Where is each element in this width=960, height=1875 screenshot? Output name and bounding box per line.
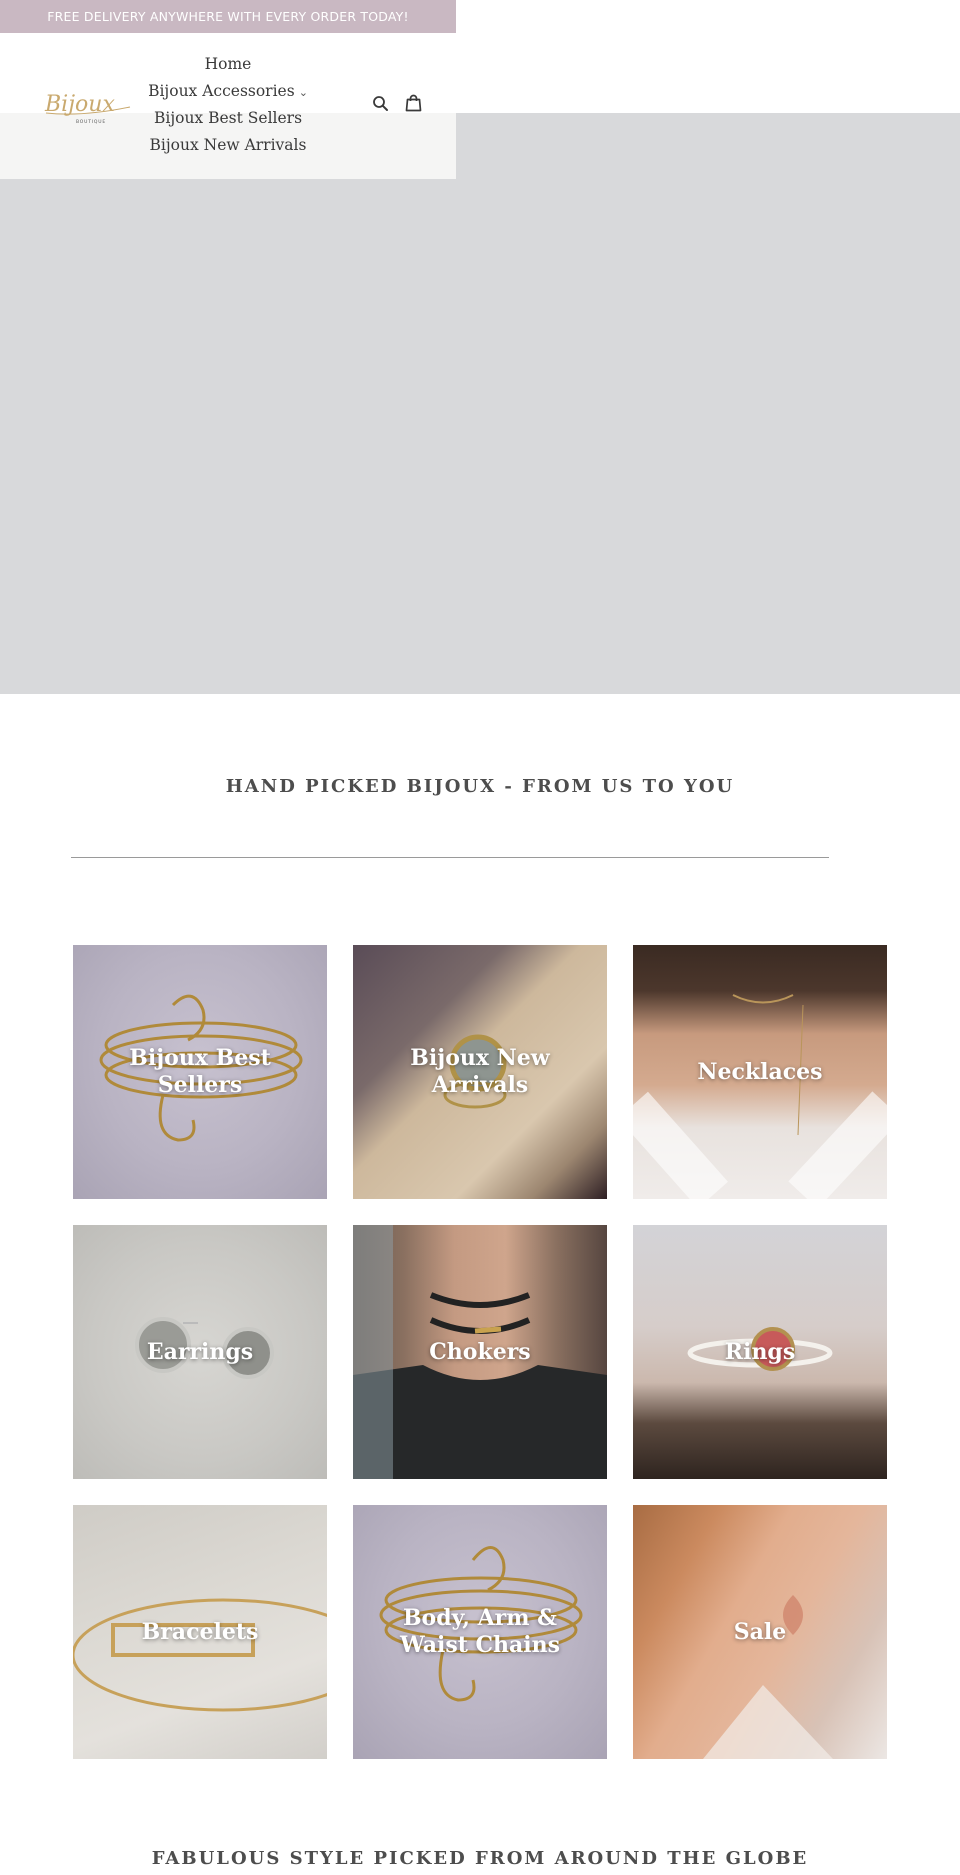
collection-title: Bracelets xyxy=(141,1618,259,1645)
collection-title: Chokers xyxy=(429,1338,531,1365)
collection-title: Bijoux Best Sellers xyxy=(129,1045,271,1098)
collection-tile-chokers[interactable]: Chokers xyxy=(353,1225,607,1479)
announcement-text: FREE DELIVERY ANYWHERE WITH EVERY ORDER … xyxy=(47,9,409,24)
nav-item-home[interactable]: Home xyxy=(205,51,252,78)
collection-title: Bijoux New Arrivals xyxy=(410,1045,550,1098)
collection-tile-bracelets[interactable]: Bracelets xyxy=(73,1505,327,1759)
collection-title: Rings xyxy=(724,1338,796,1365)
collection-tile-earrings[interactable]: Earrings xyxy=(73,1225,327,1479)
announcement-bar: FREE DELIVERY ANYWHERE WITH EVERY ORDER … xyxy=(0,0,456,33)
collection-tile-bijoux-new-arrivals[interactable]: Bijoux New Arrivals xyxy=(353,945,607,1199)
search-icon[interactable] xyxy=(370,93,390,113)
nav-item-bijoux-accessories[interactable]: Bijoux Accessories ⌄ xyxy=(148,78,308,105)
collection-title: Body, Arm & Waist Chains xyxy=(399,1605,561,1658)
nav-item-label: Bijoux Best Sellers xyxy=(153,109,303,127)
logo-wordmark: Bijoux xyxy=(44,92,115,117)
collection-title: Necklaces xyxy=(697,1058,823,1085)
nav-item-label: Bijoux Accessories xyxy=(148,82,295,100)
section-divider xyxy=(71,857,829,858)
collection-title: Sale xyxy=(733,1618,787,1645)
main-nav: Home Bijoux Accessories ⌄ Bijoux Best Sel… xyxy=(128,51,328,159)
cart-icon[interactable] xyxy=(403,93,423,113)
site-header: Bijoux BOUTIQUE Home Bijoux Accessories ⌄… xyxy=(0,33,456,179)
collection-title: Earrings xyxy=(146,1338,254,1365)
collection-tile-body-arm-waist-chains[interactable]: Body, Arm & Waist Chains xyxy=(353,1505,607,1759)
nav-item-label: Bijoux New Arrivals xyxy=(149,136,307,154)
nav-item-label: Home xyxy=(204,55,252,73)
nav-item-bijoux-best-sellers[interactable]: Bijoux Best Sellers xyxy=(154,105,302,132)
collection-tile-sale[interactable]: Sale xyxy=(633,1505,887,1759)
logo-subtext: BOUTIQUE xyxy=(76,119,106,125)
collection-tile-bijoux-best-sellers[interactable]: Bijoux Best Sellers xyxy=(73,945,327,1199)
nav-item-bijoux-new-arrivals[interactable]: Bijoux New Arrivals xyxy=(150,132,307,159)
footer-heading: FABULOUS STYLE PICKED FROM AROUND THE GL… xyxy=(151,1848,809,1869)
collections-heading: HAND PICKED BIJOUX - FROM US TO YOU xyxy=(225,776,735,797)
collection-grid: Bijoux Best Sellers Bijoux New Arrivals … xyxy=(73,945,887,1759)
hero-banner xyxy=(0,113,960,694)
chevron-down-icon: ⌄ xyxy=(298,86,308,99)
collection-tile-rings[interactable]: Rings xyxy=(633,1225,887,1479)
logo[interactable]: Bijoux BOUTIQUE xyxy=(42,83,134,127)
collection-tile-necklaces[interactable]: Necklaces xyxy=(633,945,887,1199)
header-icons xyxy=(370,93,423,113)
